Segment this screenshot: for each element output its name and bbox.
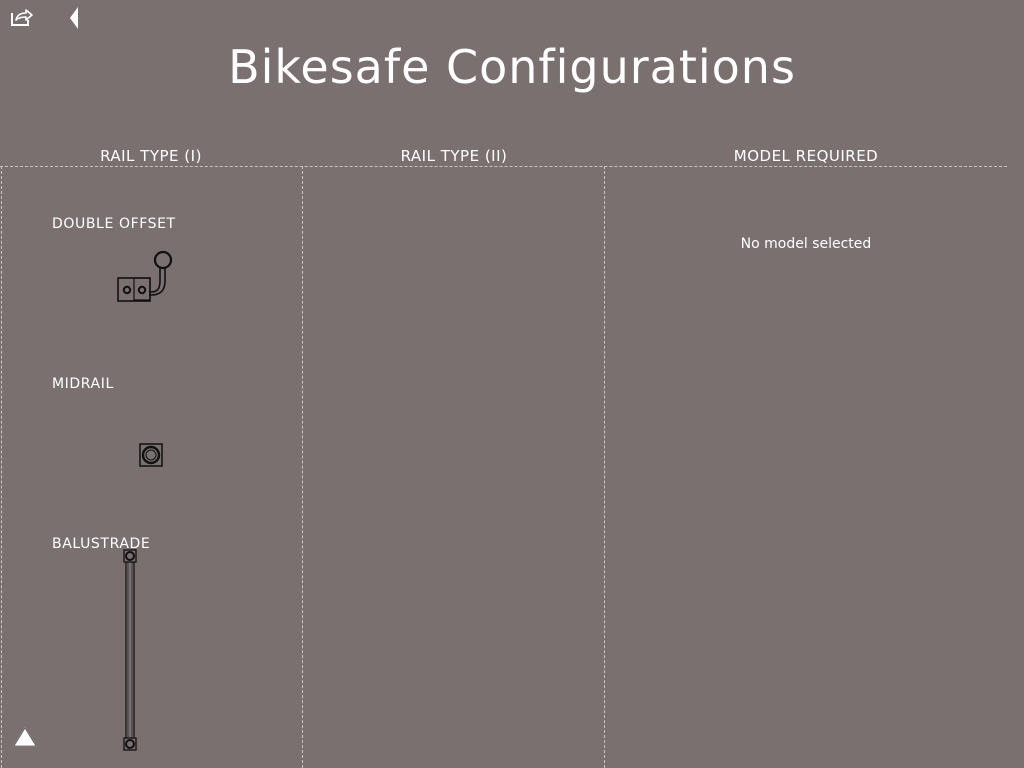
- column-header-model-required: MODEL REQUIRED: [733, 147, 879, 165]
- column-divider-1: [302, 166, 303, 768]
- app-screen: Bikesafe Configurations RAIL TYPE (I) RA…: [0, 0, 1024, 768]
- rail-option-midrail[interactable]: MIDRAIL: [52, 376, 252, 476]
- balustrade-diagram: [123, 549, 137, 751]
- rail-option-balustrade[interactable]: BALUSTRADE: [52, 536, 252, 756]
- share-button[interactable]: [9, 6, 35, 28]
- share-icon: [11, 9, 33, 26]
- column-divider-2: [604, 166, 605, 768]
- rail-option-label: MIDRAIL: [52, 376, 114, 392]
- model-status-text: No model selected: [740, 236, 872, 252]
- triangle-up-icon: [13, 727, 37, 747]
- page-title: Bikesafe Configurations: [228, 40, 796, 94]
- column-header-rail-type-2: RAIL TYPE (II): [400, 147, 508, 165]
- back-arrow-icon: [70, 7, 78, 29]
- expand-button[interactable]: [12, 726, 38, 748]
- rail-option-double-offset[interactable]: DOUBLE OFFSET: [52, 216, 252, 316]
- double-offset-rail-diagram: [117, 250, 173, 302]
- column-header-rail-type-1: RAIL TYPE (I): [100, 147, 202, 165]
- rail-option-label: DOUBLE OFFSET: [52, 216, 176, 232]
- column-divider-left: [1, 166, 2, 768]
- header-divider: [0, 166, 1007, 167]
- back-button[interactable]: [66, 5, 82, 31]
- midrail-diagram: [139, 443, 163, 467]
